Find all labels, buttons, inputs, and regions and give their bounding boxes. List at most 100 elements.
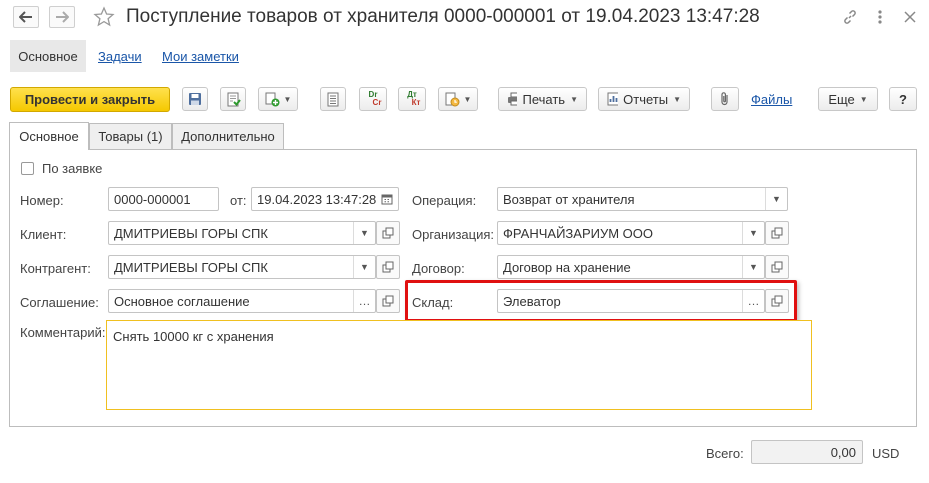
organization-value: ФРАНЧАЙЗАРИУМ ООО xyxy=(503,226,653,241)
document-structure-button[interactable] xyxy=(320,87,346,111)
operation-value: Возврат от хранителя xyxy=(503,192,635,207)
select-ellipsis-icon[interactable]: … xyxy=(742,290,764,312)
chevron-down-icon[interactable]: ▼ xyxy=(765,188,787,210)
warehouse-field[interactable]: Элеватор … xyxy=(497,289,765,313)
total-field: 0,00 xyxy=(751,440,863,464)
dropdown-caret-icon: ▼ xyxy=(673,94,681,104)
nav-notes-link[interactable]: Мои заметки xyxy=(162,49,239,64)
forward-button[interactable] xyxy=(49,6,75,28)
more-vertical-icon[interactable] xyxy=(869,6,891,28)
tab-goods[interactable]: Товары (1) xyxy=(89,123,172,149)
more-label: Еще xyxy=(828,91,855,107)
operation-select[interactable]: Возврат от хранителя ▼ xyxy=(497,187,788,211)
arrow-left-icon xyxy=(19,11,32,23)
open-window-icon xyxy=(382,261,394,273)
date-field[interactable]: 19.04.2023 13:47:28 xyxy=(251,187,399,211)
list-document-icon xyxy=(327,92,339,106)
report-icon xyxy=(607,92,619,106)
back-button[interactable] xyxy=(13,6,39,28)
files-link[interactable]: Файлы xyxy=(751,92,792,107)
counterparty-field[interactable]: ДМИТРИЕВЫ ГОРЫ СПК ▼ xyxy=(108,255,376,279)
open-warehouse-button[interactable] xyxy=(765,289,789,313)
number-field[interactable]: 0000-000001 xyxy=(108,187,219,211)
warehouse-label: Склад: xyxy=(412,295,454,310)
dt-kt-button[interactable]: Дт Кт xyxy=(398,87,426,111)
comment-textarea[interactable]: Снять 10000 кг с хранения xyxy=(106,320,812,410)
open-window-icon xyxy=(771,227,783,239)
post-button[interactable] xyxy=(220,87,246,111)
dropdown-caret-icon: ▼ xyxy=(570,94,578,104)
contract-value: Договор на хранение xyxy=(503,260,631,275)
calendar-button[interactable] xyxy=(376,188,398,210)
chevron-down-icon[interactable]: ▼ xyxy=(742,256,764,278)
save-button[interactable] xyxy=(182,87,208,111)
open-window-icon xyxy=(382,295,394,307)
attach-files-button[interactable] xyxy=(711,87,739,111)
nav-main-label: Основное xyxy=(18,48,78,64)
tab-main[interactable]: Основное xyxy=(9,122,89,150)
dt-kt-icon-bottom: Кт xyxy=(411,98,421,107)
close-icon[interactable] xyxy=(899,6,921,28)
create-based-icon xyxy=(265,92,280,106)
link-icon[interactable] xyxy=(839,6,861,28)
floppy-disk-icon xyxy=(189,93,201,105)
more-button[interactable]: Еще ▼ xyxy=(818,87,878,111)
client-value: ДМИТРИЕВЫ ГОРЫ СПК xyxy=(114,226,268,241)
by-request-label: По заявке xyxy=(42,161,103,176)
counterparty-value: ДМИТРИЕВЫ ГОРЫ СПК xyxy=(114,260,268,275)
chevron-down-icon[interactable]: ▼ xyxy=(742,222,764,244)
agreement-value: Основное соглашение xyxy=(114,294,250,309)
printer-icon xyxy=(508,92,518,106)
create-based-on-button[interactable]: ▼ xyxy=(258,87,298,111)
agreement-field[interactable]: Основное соглашение … xyxy=(108,289,376,313)
dropdown-caret-icon: ▼ xyxy=(283,94,292,104)
nav-main[interactable]: Основное xyxy=(10,40,86,72)
dr-cr-icon-bottom: Cr xyxy=(372,98,382,107)
chevron-down-icon[interactable]: ▼ xyxy=(353,222,375,244)
open-agreement-button[interactable] xyxy=(376,289,400,313)
open-counterparty-button[interactable] xyxy=(376,255,400,279)
tab-additional[interactable]: Дополнительно xyxy=(172,123,284,149)
open-organization-button[interactable] xyxy=(765,221,789,245)
post-document-icon xyxy=(227,92,241,106)
post-and-close-button[interactable]: Провести и закрыть xyxy=(10,87,170,112)
print-label: Печать xyxy=(522,91,566,107)
number-value: 0000-000001 xyxy=(114,192,191,207)
related-documents-button[interactable]: ▼ xyxy=(438,87,478,111)
operation-label: Операция: xyxy=(412,193,477,208)
number-label: Номер: xyxy=(20,193,64,208)
arrow-right-icon xyxy=(56,11,69,23)
date-value: 19.04.2023 13:47:28 xyxy=(257,192,377,207)
open-client-button[interactable] xyxy=(376,221,400,245)
warehouse-value: Элеватор xyxy=(503,294,561,309)
nav-tasks-link[interactable]: Задачи xyxy=(98,49,142,64)
reports-label: Отчеты xyxy=(623,91,669,107)
agreement-label: Соглашение: xyxy=(20,295,99,310)
date-label: от: xyxy=(230,193,247,208)
contract-label: Договор: xyxy=(412,261,465,276)
comment-value: Снять 10000 кг с хранения xyxy=(113,329,274,344)
open-contract-button[interactable] xyxy=(765,255,789,279)
total-label: Всего: xyxy=(706,446,744,461)
organization-label: Организация: xyxy=(412,227,495,242)
favorite-star-icon[interactable] xyxy=(93,6,115,31)
client-field[interactable]: ДМИТРИЕВЫ ГОРЫ СПК ▼ xyxy=(108,221,376,245)
select-ellipsis-icon[interactable]: … xyxy=(353,290,375,312)
counterparty-label: Контрагент: xyxy=(20,261,91,276)
total-value: 0,00 xyxy=(830,445,856,460)
reports-button[interactable]: Отчеты ▼ xyxy=(598,87,690,111)
help-button[interactable]: ? xyxy=(889,87,917,111)
paperclip-icon xyxy=(721,92,728,106)
organization-field[interactable]: ФРАНЧАЙЗАРИУМ ООО ▼ xyxy=(497,221,765,245)
open-window-icon xyxy=(382,227,394,239)
document-clock-icon xyxy=(445,92,460,106)
dropdown-caret-icon: ▼ xyxy=(463,94,472,104)
by-request-checkbox[interactable] xyxy=(21,162,34,175)
contract-field[interactable]: Договор на хранение ▼ xyxy=(497,255,765,279)
calendar-icon xyxy=(381,194,393,205)
comment-label: Комментарий: xyxy=(20,325,106,340)
open-window-icon xyxy=(771,295,783,307)
chevron-down-icon[interactable]: ▼ xyxy=(353,256,375,278)
print-button[interactable]: Печать ▼ xyxy=(498,87,587,111)
dr-cr-button[interactable]: Dr Cr xyxy=(359,87,387,111)
